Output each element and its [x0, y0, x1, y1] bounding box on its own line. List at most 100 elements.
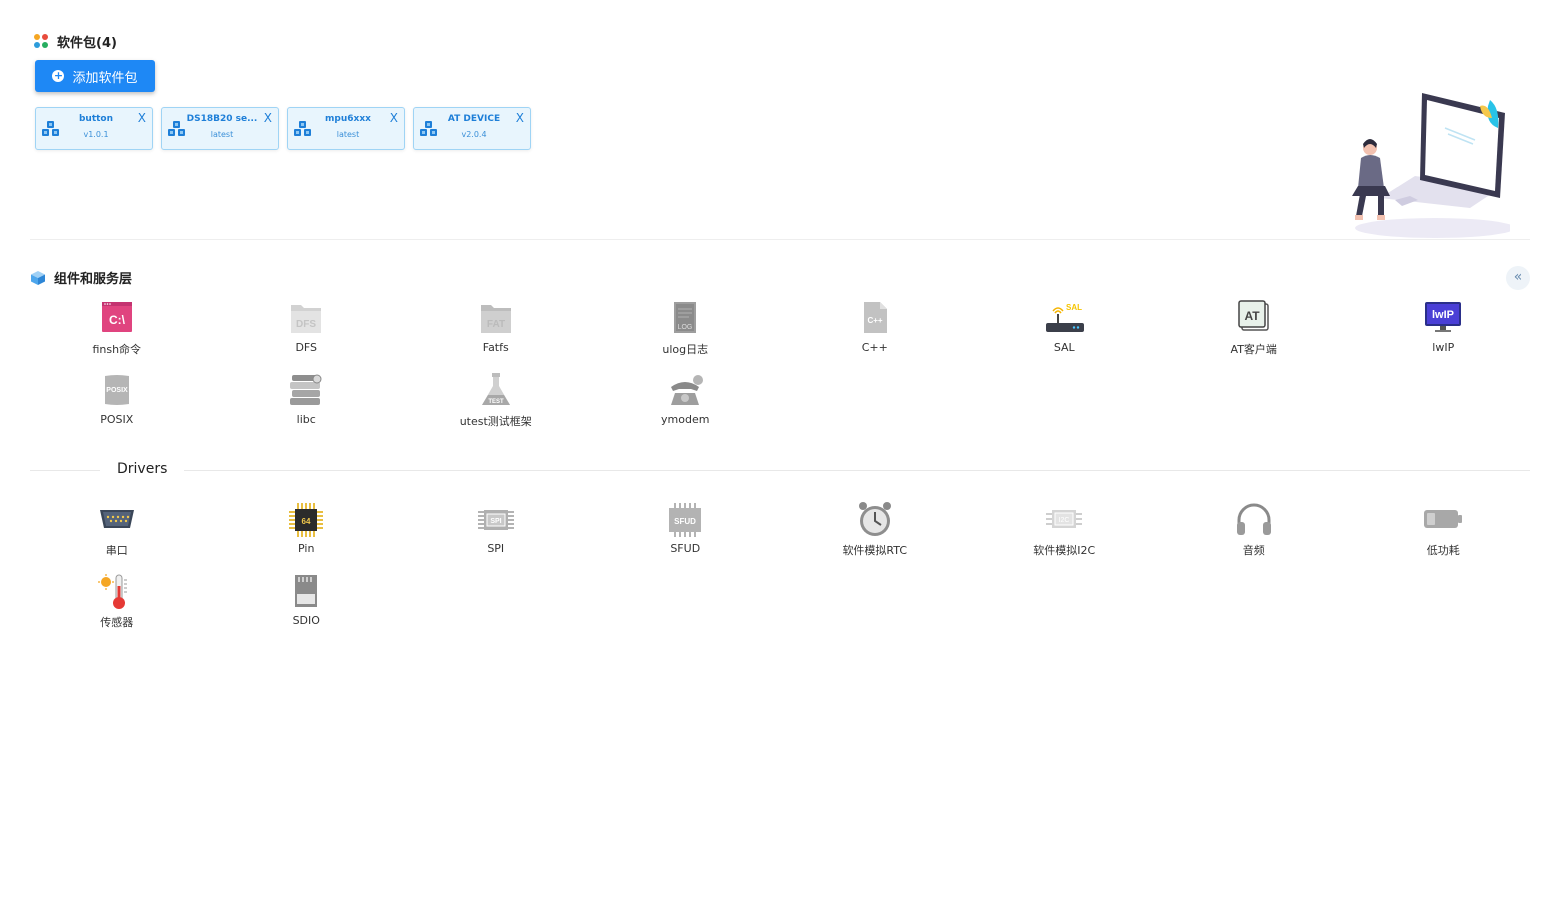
log-icon-text: LOG — [678, 324, 693, 331]
remove-package-button[interactable]: X — [138, 111, 146, 125]
driver-item-pin[interactable]: 64 Pin — [212, 500, 402, 560]
pin-icon-text: 64 — [302, 517, 311, 526]
section-divider — [30, 239, 1530, 240]
alarm-clock-icon — [858, 502, 891, 536]
components-title: 组件和服务层 — [54, 272, 133, 287]
plus-circle-icon: + — [52, 69, 65, 82]
driver-label: Pin — [298, 542, 315, 555]
component-item-ymodem[interactable]: ymodem — [591, 371, 781, 431]
package-version: v2.0.4 — [461, 130, 487, 139]
books-icon — [290, 374, 322, 405]
component-item-posix[interactable]: POSIX POSIX — [22, 371, 212, 431]
driver-label: SPI — [487, 542, 505, 555]
person-laptop-illustration — [1352, 93, 1510, 238]
package-card[interactable]: DS18B20 se... latest X — [161, 107, 279, 150]
packages-title: 软件包(4) — [57, 36, 117, 51]
driver-item-sensor[interactable]: 传感器 — [22, 572, 212, 632]
driver-item-sdio[interactable]: SDIO — [212, 572, 402, 632]
component-label: utest测试框架 — [459, 415, 532, 428]
component-item-finsh[interactable]: C:\ finsh命令 — [22, 299, 212, 359]
drivers-title: Drivers — [117, 461, 168, 477]
component-label: POSIX — [100, 413, 134, 426]
component-item-dfs[interactable]: DFS DFS — [212, 299, 402, 359]
package-card[interactable]: button v1.0.1 X — [35, 107, 153, 150]
router-icon: SAL — [1046, 303, 1085, 332]
component-label: finsh命令 — [92, 343, 142, 356]
driver-label: SFUD — [670, 542, 701, 555]
headphones-icon — [1236, 503, 1271, 535]
dfs-icon-text: DFS — [296, 319, 316, 330]
component-label: C++ — [861, 341, 888, 354]
battery-icon — [1424, 510, 1463, 528]
component-item-utest[interactable]: TEST utest测试框架 — [401, 371, 591, 431]
components-header: 组件和服务层 — [30, 268, 132, 287]
driver-label: 串口 — [105, 544, 128, 557]
posix-scroll-icon: POSIX — [104, 375, 129, 405]
components-grid: C:\ finsh命令 DFS DFS FAT Fatfs LOG ulog日志 — [22, 299, 1538, 431]
serial-port-icon — [99, 510, 134, 528]
at-icon-text: AT — [1244, 309, 1260, 323]
driver-item-i2c[interactable]: I2C 软件模拟I2C — [970, 500, 1160, 560]
driver-label: SDIO — [292, 614, 320, 627]
component-item-at-client[interactable]: AT AT客户端 — [1159, 299, 1349, 359]
sfud-chip-icon: SFUD — [669, 503, 702, 537]
driver-label: 软件模拟RTC — [842, 544, 908, 557]
dfs-folder-icon: DFS — [291, 305, 322, 333]
test-icon-text: TEST — [488, 399, 504, 405]
package-card[interactable]: AT DEVICE v2.0.4 X — [413, 107, 531, 150]
package-card[interactable]: mpu6xxx latest X — [287, 107, 405, 150]
remove-package-button[interactable]: X — [516, 111, 524, 125]
package-name: AT DEVICE — [447, 114, 501, 124]
component-label: AT客户端 — [1230, 343, 1277, 356]
component-label: DFS — [295, 341, 318, 354]
terminal-icon: C:\ — [101, 302, 132, 332]
i2c-icon-text: I2C — [1059, 517, 1070, 524]
packages-header: 软件包(4) — [34, 32, 117, 51]
component-item-cpp[interactable]: C++ C++ — [780, 299, 970, 359]
collapse-button[interactable]: « — [1506, 266, 1530, 290]
fat-icon-text: FAT — [487, 319, 505, 330]
driver-item-audio[interactable]: 音频 — [1159, 500, 1349, 560]
package-version: latest — [336, 130, 360, 139]
driver-label: 传感器 — [100, 616, 134, 629]
driver-item-low-power[interactable]: 低功耗 — [1349, 500, 1539, 560]
add-package-label: 添加软件包 — [72, 70, 138, 86]
component-item-libc[interactable]: libc — [212, 371, 402, 431]
fat-folder-icon: FAT — [480, 305, 511, 333]
sd-card-icon — [295, 575, 318, 607]
driver-item-spi[interactable]: SPI SPI — [401, 500, 591, 560]
component-item-ulog[interactable]: LOG ulog日志 — [591, 299, 781, 359]
terminal-icon-text: C:\ — [109, 313, 126, 327]
divider-line-right — [184, 470, 1530, 471]
component-item-lwip[interactable]: lwIP lwIP — [1349, 299, 1539, 359]
component-label: ymodem — [661, 413, 710, 426]
at-client-icon: AT — [1238, 300, 1269, 331]
component-item-sal[interactable]: SAL SAL — [970, 299, 1160, 359]
lwip-icon-text: lwIP — [1432, 309, 1454, 321]
telephone-icon — [671, 375, 704, 405]
spi-icon-text: SPI — [490, 518, 501, 525]
driver-label: 音频 — [1242, 544, 1265, 557]
driver-label: 低功耗 — [1426, 544, 1460, 557]
component-label: SAL — [1053, 341, 1075, 354]
driver-item-rtc[interactable]: 软件模拟RTC — [780, 500, 970, 560]
package-version: v1.0.1 — [83, 130, 109, 139]
log-file-icon: LOG — [674, 302, 697, 333]
chip-icon: 64 — [289, 503, 324, 537]
remove-package-button[interactable]: X — [390, 111, 398, 125]
divider-line-left — [30, 470, 100, 471]
packages-icon — [34, 34, 49, 49]
i2c-chip-icon: I2C — [1046, 510, 1083, 528]
driver-item-serial[interactable]: 串口 — [22, 500, 212, 560]
remove-package-button[interactable]: X — [264, 111, 272, 125]
package-name: mpu6xxx — [325, 114, 371, 124]
sal-icon-text: SAL — [1066, 303, 1082, 312]
driver-item-sfud[interactable]: SFUD SFUD — [591, 500, 781, 560]
add-package-button[interactable]: + 添加软件包 — [35, 60, 155, 92]
package-list: button v1.0.1 X DS18B20 se... latest X m… — [35, 107, 531, 150]
component-item-fatfs[interactable]: FAT Fatfs — [401, 299, 591, 359]
drivers-grid: 串口 64 Pin SPI SPI SFUD SFUD 软件模拟RTC I2C … — [22, 500, 1538, 632]
cpp-icon-text: C++ — [867, 316, 882, 325]
posix-icon-text: POSIX — [106, 387, 128, 394]
component-label: Fatfs — [482, 341, 509, 354]
